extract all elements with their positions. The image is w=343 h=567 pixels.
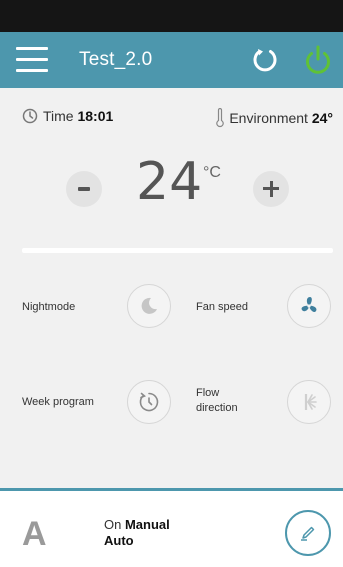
main-panel: Time 18:01 Environment 24° 24 °C Nightmo… (0, 88, 343, 488)
temperature-value: 24 (136, 152, 203, 212)
environment-display: Environment 24° (215, 108, 333, 128)
week-program-label: Week program (22, 396, 94, 408)
flow-direction-button[interactable] (287, 380, 331, 424)
hamburger-menu-icon[interactable] (16, 47, 48, 73)
status-manual: Manual (124, 517, 170, 532)
moon-icon (141, 297, 157, 314)
app-title: Test_2.0 (79, 49, 153, 70)
thermometer-icon (216, 108, 225, 128)
edit-button[interactable] (285, 510, 331, 556)
temperature-slider-track[interactable] (22, 248, 333, 253)
environment-value: 24° (311, 110, 333, 126)
power-icon[interactable] (303, 44, 333, 76)
fan-speed-label: Fan speed (196, 301, 248, 313)
flow-direction-label: Flow direction (196, 387, 238, 414)
time-value: 18:01 (77, 108, 114, 124)
nightmode-button[interactable] (127, 284, 171, 328)
app-bar: Test_2.0 (0, 32, 343, 88)
fan-icon (301, 297, 317, 313)
mode-footer: A On Manual Auto (0, 488, 343, 567)
info-row: Time 18:01 Environment 24° (0, 108, 343, 128)
week-program-button[interactable] (127, 380, 171, 424)
time-label: Time (43, 108, 74, 124)
schedule-clock-icon (139, 392, 159, 412)
clock-icon (22, 108, 38, 124)
temperature-unit: °C (203, 164, 221, 181)
mode-status: On Manual Auto (104, 517, 170, 549)
pencil-icon (301, 526, 315, 541)
increase-temperature-button[interactable] (253, 171, 289, 207)
status-auto: Auto (104, 533, 134, 548)
airflow-direction-icon (304, 394, 317, 410)
status-on: On (104, 517, 122, 532)
status-bar (0, 0, 343, 32)
refresh-icon[interactable] (250, 45, 280, 75)
decrease-temperature-button[interactable] (66, 171, 102, 207)
mode-indicator: A (22, 515, 47, 553)
fan-speed-button[interactable] (287, 284, 331, 328)
environment-label: Environment (229, 110, 308, 126)
time-display: Time 18:01 (22, 108, 113, 124)
nightmode-label: Nightmode (22, 301, 76, 313)
